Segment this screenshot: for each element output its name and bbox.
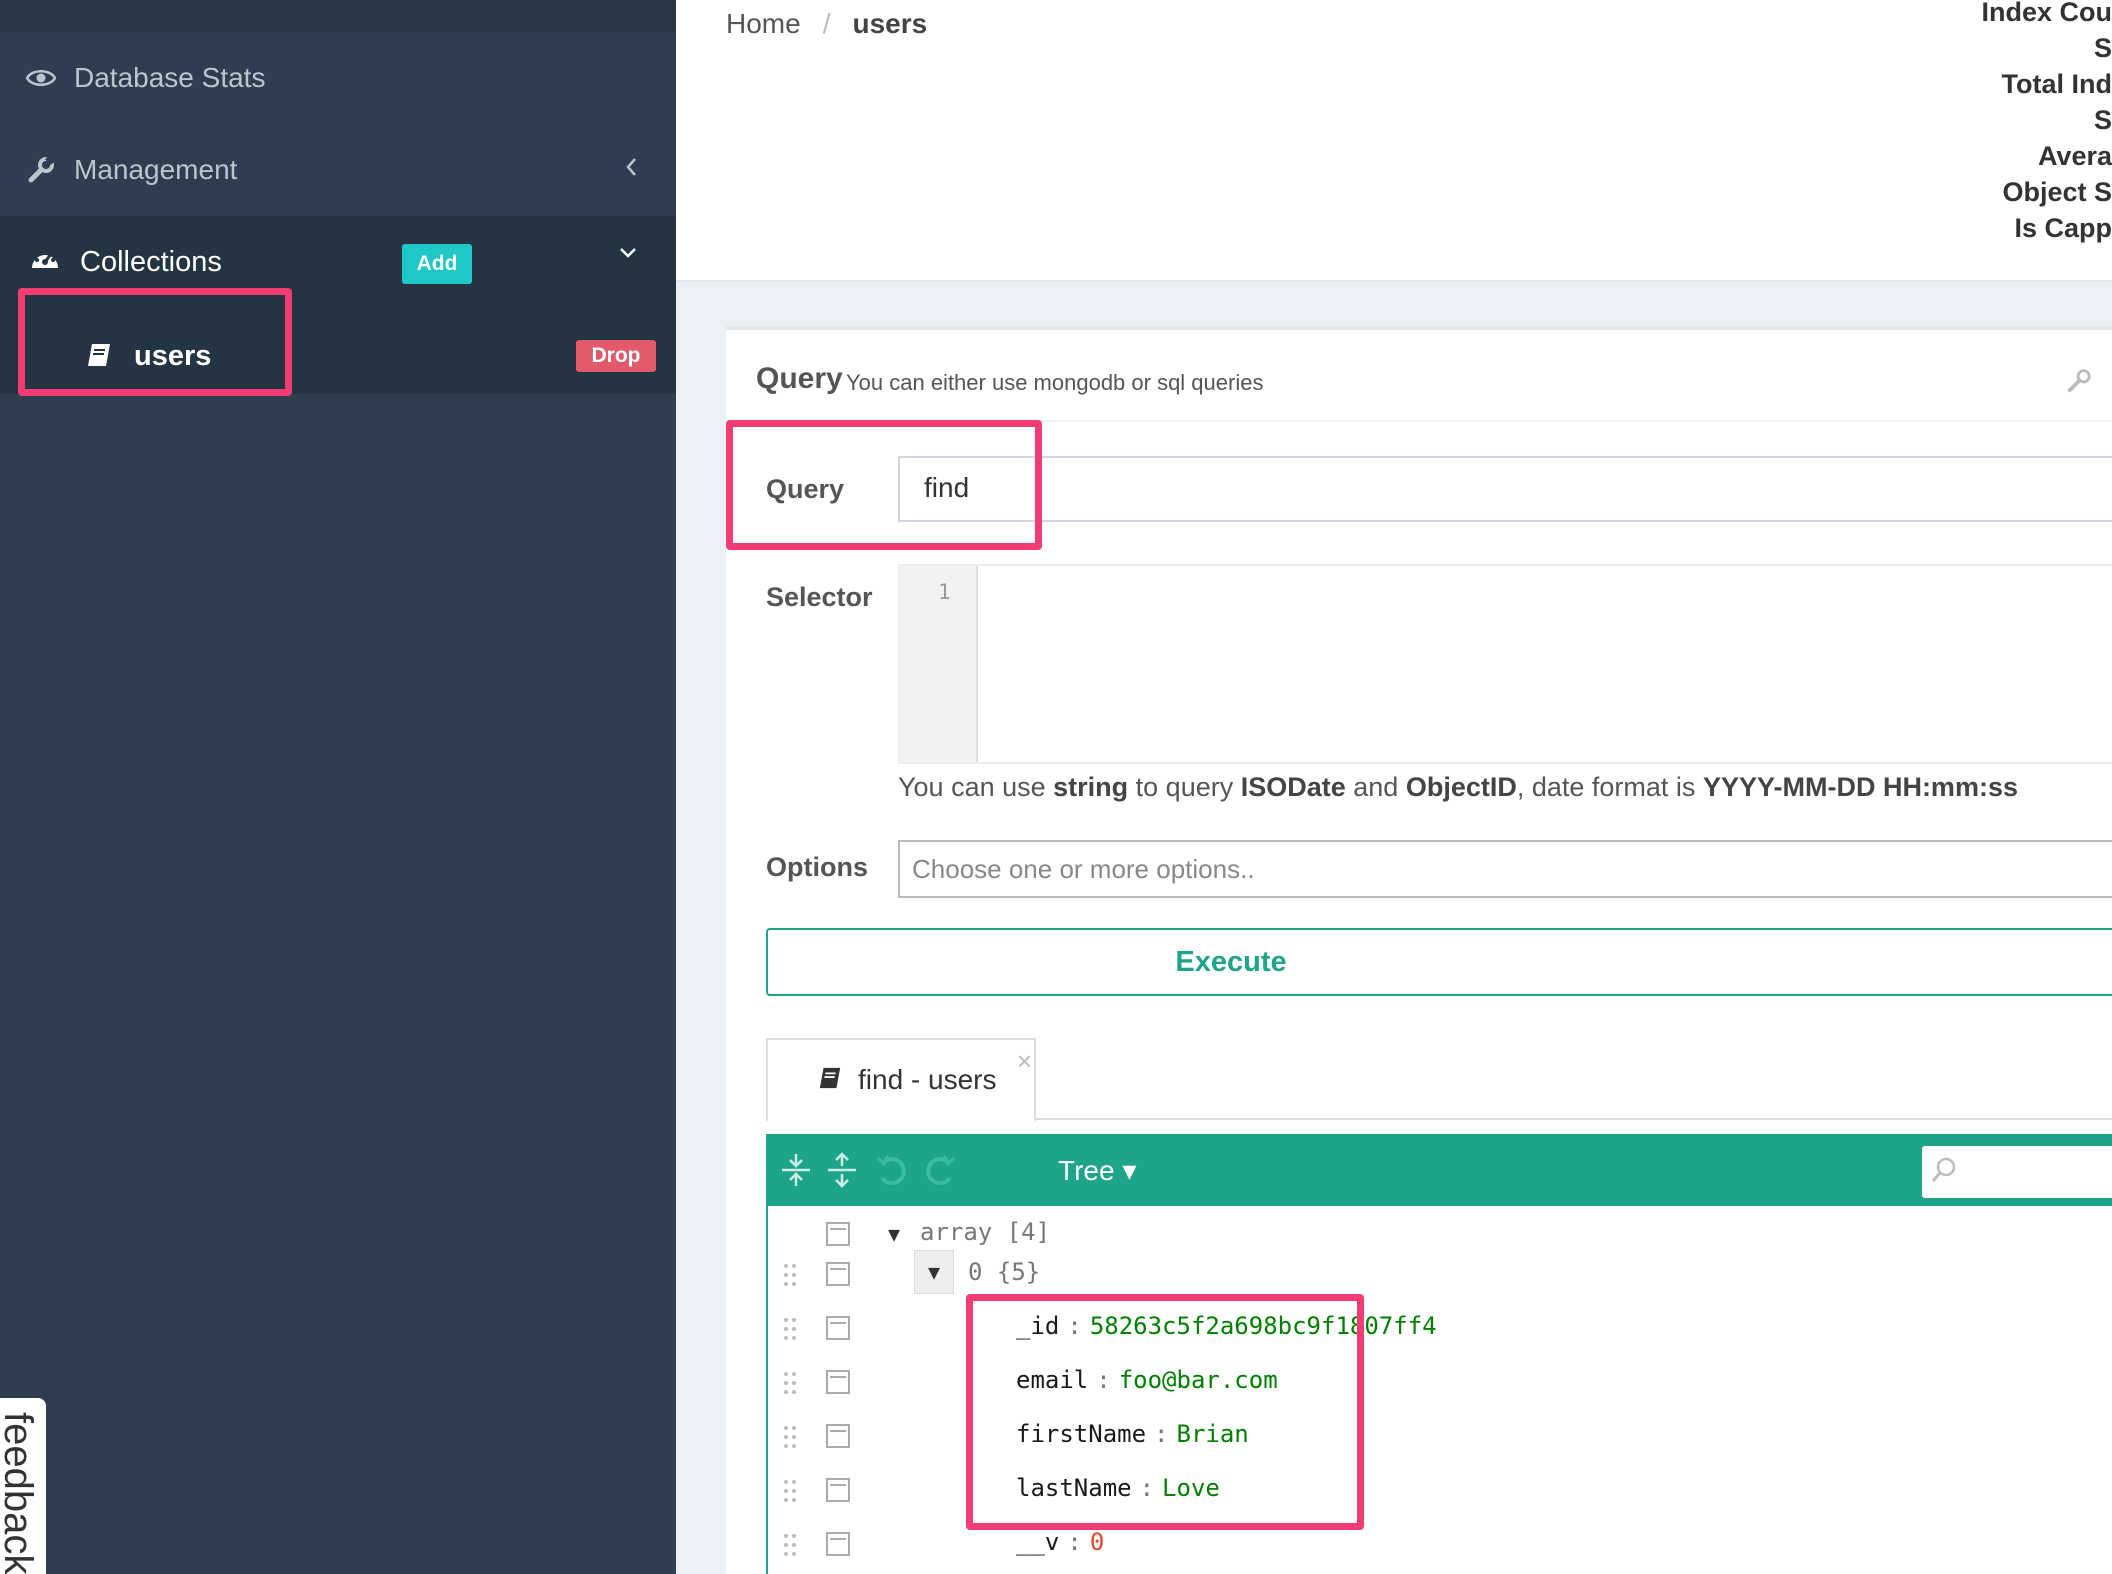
drop-collection-button[interactable]: Drop — [576, 340, 656, 372]
collapse-all-icon[interactable] — [822, 1150, 862, 1190]
sidebar-item-label: Collections — [80, 245, 222, 278]
context-menu-button[interactable] — [826, 1262, 850, 1286]
breadcrumb-home[interactable]: Home — [726, 8, 801, 40]
tree-node-item0: 0 {5} — [968, 1258, 1041, 1286]
mode-dropdown[interactable]: Tree ▾ — [1058, 1154, 1136, 1187]
panel-subtitle: You can either use mongodb or sql querie… — [846, 370, 1264, 395]
drag-handle-icon[interactable] — [782, 1262, 798, 1288]
stat-label: S — [2093, 33, 2112, 63]
highlight-box-users — [18, 288, 292, 396]
stat-label: Avera — [2037, 141, 2112, 171]
stat-label: S — [2093, 105, 2112, 135]
eye-icon — [24, 61, 58, 95]
redo-icon[interactable] — [920, 1150, 960, 1190]
chevron-down-icon[interactable] — [616, 240, 644, 268]
sidebar-item-database-stats[interactable]: Database Stats — [0, 32, 676, 124]
tree-field[interactable]: __v:0 — [1016, 1528, 1104, 1556]
line-number: 1 — [938, 580, 951, 604]
expand-all-icon[interactable] — [776, 1150, 816, 1190]
sidebar-item-label: Database Stats — [74, 62, 266, 93]
context-menu-button[interactable] — [826, 1222, 850, 1246]
options-select[interactable]: Choose one or more options.. — [898, 840, 2112, 898]
drag-handle-icon[interactable] — [782, 1478, 798, 1504]
highlight-box-query — [726, 420, 1042, 550]
feedback-tab[interactable]: feedback — [0, 1398, 46, 1574]
close-icon[interactable]: × — [1017, 1046, 1032, 1077]
result-tabs: find - users × — [766, 1038, 2112, 1122]
search-icon — [1930, 1156, 1960, 1186]
tree-row-item0: ▼ 0 {5} — [768, 1246, 2112, 1300]
query-input[interactable]: find — [898, 456, 2112, 522]
drag-handle-icon[interactable] — [782, 1370, 798, 1396]
content-header: Home / users Index Cou S Total Ind S Ave… — [676, 0, 2112, 282]
stat-label: Is Capp — [2014, 213, 2112, 243]
selector-label: Selector — [766, 582, 873, 612]
stat-label: Index Cou — [1981, 0, 2112, 27]
undo-icon[interactable] — [872, 1150, 912, 1190]
breadcrumb: Home / users — [726, 8, 927, 40]
context-menu-button[interactable] — [826, 1370, 850, 1394]
editor-gutter: 1 — [900, 566, 978, 762]
options-label: Options — [766, 852, 868, 882]
context-menu-button[interactable] — [826, 1316, 850, 1340]
sidebar-item-label: Management — [74, 154, 238, 185]
chevron-left-icon — [624, 154, 638, 186]
dashboard-icon — [30, 246, 62, 278]
collection-stats: Index Cou S Total Ind S Avera Object S I… — [1972, 0, 2112, 246]
json-search-input[interactable] — [1922, 1146, 2112, 1198]
sidebar: Database Stats Management Collections Ad… — [0, 0, 676, 1574]
breadcrumb-current: users — [852, 8, 928, 39]
query-panel: Query You can either use mongodb or sql … — [726, 326, 2112, 1574]
tab-find-users[interactable]: find - users × — [766, 1038, 1036, 1122]
sidebar-item-management[interactable]: Management — [0, 124, 676, 216]
feedback-label: feedback — [0, 1412, 40, 1574]
sidebar-top-strip — [0, 0, 676, 32]
expand-toggle[interactable]: ▼ — [914, 1250, 954, 1294]
book-icon — [818, 1066, 846, 1094]
stat-label: Total Ind — [2001, 69, 2112, 99]
tree-node-root: array [4] — [920, 1218, 1051, 1246]
tab-label: find - users — [858, 1064, 997, 1095]
context-menu-button[interactable] — [826, 1478, 850, 1502]
execute-button[interactable]: Execute — [766, 928, 2112, 996]
breadcrumb-separator: / — [822, 8, 831, 39]
execute-label: Execute — [1175, 945, 1287, 978]
selector-editor[interactable]: 1 — [898, 564, 2112, 764]
drag-handle-icon[interactable] — [782, 1532, 798, 1558]
selector-help-text: You can use string to query ISODate and … — [898, 772, 2018, 802]
panel-header: Query You can either use mongodb or sql … — [726, 330, 2112, 422]
json-editor-toolbar: Tree ▾ — [768, 1136, 2112, 1206]
wrench-icon[interactable] — [2066, 368, 2094, 396]
drag-handle-icon[interactable] — [782, 1424, 798, 1450]
highlight-box-fields — [966, 1294, 1364, 1530]
panel-title: Query — [756, 362, 843, 395]
wrench-icon — [24, 153, 58, 187]
context-menu-button[interactable] — [826, 1532, 850, 1556]
context-menu-button[interactable] — [826, 1424, 850, 1448]
stat-label: Object S — [2002, 177, 2112, 207]
add-collection-button[interactable]: Add — [402, 244, 472, 284]
drag-handle-icon[interactable] — [782, 1316, 798, 1342]
